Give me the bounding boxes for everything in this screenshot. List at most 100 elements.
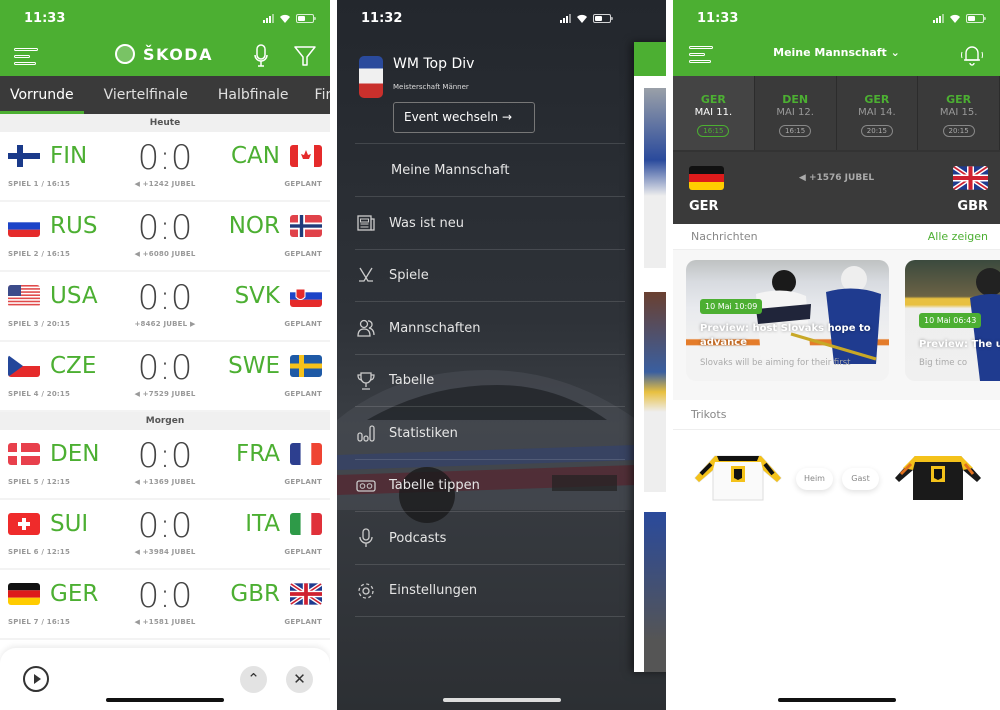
away-jersey-button[interactable]: Gast: [842, 468, 879, 490]
home-jersey-button[interactable]: Heim: [796, 468, 833, 490]
drawer-item-meine-mannschaft[interactable]: Meine Mannschaft: [355, 145, 625, 197]
flag-svk-icon: [290, 285, 322, 307]
flag-fin-icon: [8, 145, 40, 167]
tab-vorrunde[interactable]: Vorrunde: [0, 76, 84, 114]
game-tab[interactable]: GER MAI 11. 16:15: [673, 76, 755, 150]
game-info: SPIEL 5 / 12:15: [8, 478, 71, 486]
drawer-item-statistiken[interactable]: Statistiken: [355, 408, 625, 460]
cheer-count[interactable]: ◀ +1369 JUBEL: [134, 478, 195, 486]
game-status: GEPLANT: [284, 478, 322, 486]
drawer-item-label: Tabelle tippen: [389, 478, 480, 493]
status-bar: 11:33: [0, 0, 330, 36]
microphone-icon: [355, 527, 377, 549]
news-snippet: Big time co: [919, 358, 968, 368]
news-card[interactable]: 10 Mai 10:09 Preview: host Slovaks hope …: [686, 260, 889, 381]
game-time: 20:15: [942, 125, 975, 137]
score: 0:0: [137, 138, 193, 178]
drawer-item-label: Mannschaften: [389, 320, 481, 336]
drawer-item-einstellungen[interactable]: Einstellungen: [355, 565, 625, 617]
match-row[interactable]: CZE 0:0 SWE SPIEL 4 / 20:15 ◀ +7529 JUBEL GEP…: [0, 342, 330, 412]
skoda-logo: ŠKODA: [115, 44, 213, 64]
tab-viertelfinale[interactable]: Viertelfinale: [94, 76, 198, 114]
match-list: Heute FIN 0:0 CAN SPIEL 1 / 16:15 ◀ +1242 JUB…: [0, 114, 330, 640]
match-row[interactable]: RUS 0:0 NOR SPIEL 2 / 16:15 ◀ +6080 JUBEL GEP…: [0, 202, 330, 272]
tab-halbfinale[interactable]: Halbfinale: [208, 76, 299, 114]
microphone-icon[interactable]: [254, 44, 268, 68]
jubel-count[interactable]: ◀ +1576 JUBEL: [673, 173, 1000, 183]
drawer-item-label: Podcasts: [389, 530, 447, 546]
show-all-link[interactable]: Alle zeigen: [928, 230, 988, 243]
away-team: FRA: [235, 441, 280, 467]
score: 0:0: [137, 436, 193, 476]
game-info: SPIEL 6 / 12:15: [8, 548, 71, 556]
wifi-icon: [577, 14, 587, 23]
game-status: GEPLANT: [284, 180, 322, 188]
match-row[interactable]: USA 0:0 SVK SPIEL 3 / 20:15 +8462 JUBEL ▶ GEP…: [0, 272, 330, 342]
home-indicator: [777, 698, 896, 702]
drawer-item-spiele[interactable]: Spiele: [355, 250, 625, 302]
audio-player-bar: ⌃ ✕: [0, 648, 330, 710]
drawer-item-mannschaften[interactable]: Mannschaften: [355, 303, 625, 355]
drawer-item-label: Was ist neu: [389, 215, 464, 231]
game-opponent: DEN: [782, 93, 809, 106]
game-time: 16:15: [697, 125, 730, 137]
drawer-item-tabelle[interactable]: Tabelle: [355, 355, 625, 407]
my-team-screen: 11:33 Meine Mannschaft ⌄ GER MAI 11. 16:15…: [673, 0, 1000, 710]
drawer-item-was-ist-neu[interactable]: Was ist neu: [355, 198, 625, 250]
navigation-drawer-screen: 11:32 WM Top Div Meisterschaft Männer Ev…: [337, 0, 666, 710]
battery-icon: [966, 13, 986, 23]
home-jersey-image[interactable]: [693, 450, 783, 502]
away-team: GBR: [230, 581, 280, 607]
cheer-count[interactable]: ◀ +7529 JUBEL: [134, 390, 195, 398]
news-title: Preview: host Slovaks hope to advance: [700, 323, 871, 348]
flag-den-icon: [8, 443, 40, 465]
status-time: 11:33: [697, 10, 739, 26]
team-selector[interactable]: Meine Mannschaft ⌄: [673, 46, 1000, 59]
match-row[interactable]: SUI 0:0 ITA SPIEL 6 / 12:15 ◀ +3984 JUBEL GEP…: [0, 500, 330, 570]
news-carousel[interactable]: 10 Mai 10:09 Preview: host Slovaks hope …: [673, 250, 1000, 400]
away-jersey-image[interactable]: [893, 450, 983, 502]
score: 0:0: [137, 576, 193, 616]
main-content-peek[interactable]: [634, 42, 666, 672]
tab-finale[interactable]: Finale: [305, 76, 330, 114]
game-tab[interactable]: GER MAI 15. 20:15: [918, 76, 1000, 150]
game-tab[interactable]: GER MAI 14. 20:15: [837, 76, 919, 150]
home-team: GER: [50, 581, 99, 607]
cheer-count[interactable]: ◀ +1581 JUBEL: [134, 618, 195, 626]
play-button[interactable]: [23, 666, 49, 692]
stats-icon: [355, 422, 377, 444]
game-info: SPIEL 1 / 16:15: [8, 180, 71, 188]
notification-bell-icon[interactable]: [958, 40, 986, 68]
away-team: ITA: [245, 511, 280, 537]
cheer-count[interactable]: ◀ +1242 JUBEL: [134, 180, 195, 188]
score: 0:0: [137, 506, 193, 546]
signal-icon: [560, 13, 571, 23]
menu-icon[interactable]: [14, 47, 38, 65]
match-row[interactable]: GER 0:0 GBR SPIEL 7 / 16:15 ◀ +1581 JUBEL GEP…: [0, 570, 330, 640]
cheer-count[interactable]: +8462 JUBEL ▶: [134, 320, 195, 328]
drawer-item-label: Tabelle: [389, 373, 435, 388]
cheer-count[interactable]: ◀ +6080 JUBEL: [134, 250, 195, 258]
cheer-count[interactable]: ◀ +3984 JUBEL: [134, 548, 195, 556]
home-team: FIN: [50, 143, 88, 169]
game-status: GEPLANT: [284, 250, 322, 258]
game-status: GEPLANT: [284, 390, 322, 398]
game-tab[interactable]: DEN MAI 12. 16:15: [755, 76, 837, 150]
change-event-button[interactable]: Event wechseln →: [393, 102, 535, 133]
news-section-header: Nachrichten Alle zeigen: [673, 224, 1000, 250]
match-row[interactable]: DEN 0:0 FRA SPIEL 5 / 12:15 ◀ +1369 JUBEL GEP…: [0, 430, 330, 500]
away-team: SWE: [228, 353, 280, 379]
drawer-item-podcasts[interactable]: Podcasts: [355, 513, 625, 565]
close-button[interactable]: ✕: [286, 666, 313, 693]
drawer-item-tabelle-tippen[interactable]: Tabelle tippen: [355, 460, 625, 512]
news-card[interactable]: 10 Mai 06:43 Preview: The un Big time co: [905, 260, 1000, 381]
home-team: USA: [50, 283, 98, 309]
flag-cze-icon: [8, 355, 40, 377]
match-row[interactable]: FIN 0:0 CAN SPIEL 1 / 16:15 ◀ +1242 JUBEL GEP…: [0, 132, 330, 202]
news-title: Preview: The un: [919, 339, 1000, 350]
game-date: MAI 15.: [939, 107, 978, 118]
home-team: RUS: [50, 213, 98, 239]
filter-icon[interactable]: [294, 45, 316, 67]
game-status: GEPLANT: [284, 618, 322, 626]
expand-button[interactable]: ⌃: [240, 666, 267, 693]
